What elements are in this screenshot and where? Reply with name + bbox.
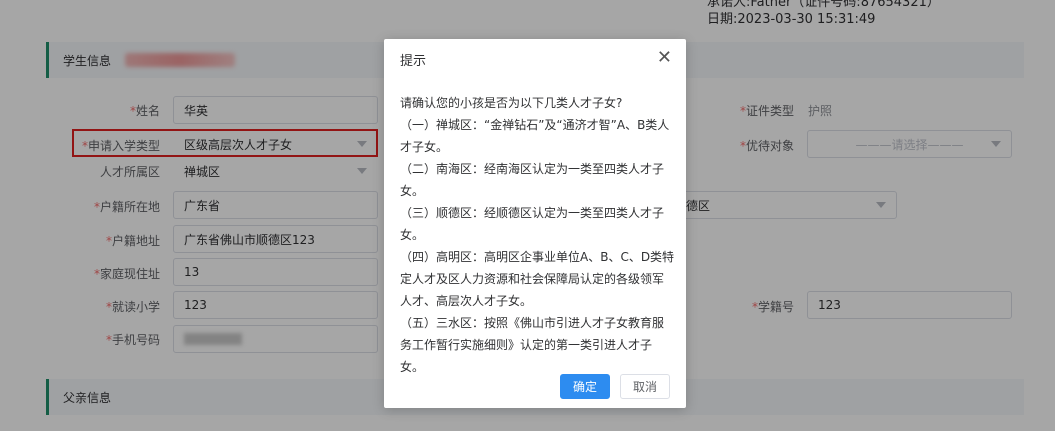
close-icon[interactable]: ✕ [657, 47, 672, 68]
dialog-body: 请确认您的小孩是否为以下几类人才子女? （一）禅城区：“金禅钻石”及“通济才智”… [400, 92, 675, 378]
dialog-line: 请确认您的小孩是否为以下几类人才子女? [400, 96, 623, 110]
dialog-line: （四）高明区：高明区企事业单位A、B、C、D类特定人才及区人力资源和社会保障局认… [400, 250, 675, 308]
dialog-line: （五）三水区：按照《佛山市引进人才子女教育服务工作暂行实施细则》认定的第一类引进… [400, 316, 665, 374]
dialog-line: （一）禅城区：“金禅钻石”及“通济才智”A、B类人才子女。 [400, 118, 670, 154]
confirm-dialog: 提示 ✕ 请确认您的小孩是否为以下几类人才子女? （一）禅城区：“金禅钻石”及“… [384, 39, 686, 408]
dialog-line: （二）南海区：经南海区认定为一类至四类人才子女。 [400, 162, 665, 198]
dialog-title: 提示 [400, 54, 427, 69]
confirm-button[interactable]: 确定 [560, 374, 610, 399]
cancel-button[interactable]: 取消 [620, 374, 670, 399]
dialog-line: （三）顺德区：经顺德区认定为一类至四类人才子女。 [400, 206, 665, 242]
